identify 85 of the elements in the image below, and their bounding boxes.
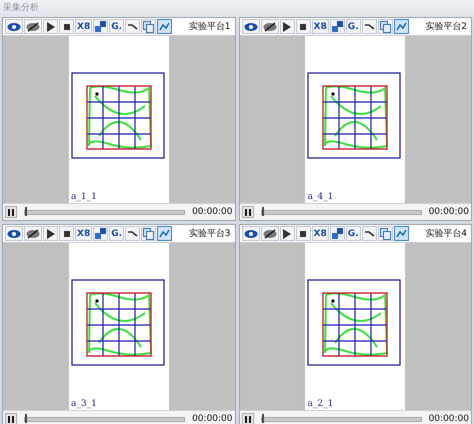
toolbar-button[interactable]: X8 bbox=[75, 226, 92, 241]
toolbar-button[interactable]: G. bbox=[109, 19, 124, 34]
eye-off-icon bbox=[26, 228, 40, 238]
copy-button[interactable] bbox=[141, 19, 156, 34]
blocks-icon bbox=[332, 21, 343, 32]
progress-slider[interactable] bbox=[260, 416, 422, 422]
toolbar-button[interactable]: G. bbox=[109, 226, 124, 241]
play-icon bbox=[46, 228, 54, 238]
stop-button[interactable] bbox=[296, 19, 310, 34]
pause-icon bbox=[8, 208, 14, 216]
timestamp: 00:00:00 bbox=[428, 207, 469, 217]
eye-off-button[interactable] bbox=[260, 226, 278, 241]
blocks-button[interactable] bbox=[330, 19, 345, 34]
copy-icon bbox=[380, 228, 391, 240]
eye-button[interactable] bbox=[5, 226, 23, 241]
eye-off-icon bbox=[262, 228, 276, 238]
timestamp: 00:00:00 bbox=[192, 414, 232, 424]
copy-button[interactable] bbox=[378, 19, 393, 34]
track-icon bbox=[159, 22, 170, 31]
eye-icon bbox=[244, 22, 258, 32]
eye-icon bbox=[7, 22, 21, 32]
stop-icon bbox=[300, 24, 306, 30]
eye-icon bbox=[244, 228, 258, 238]
blocks-button[interactable] bbox=[93, 19, 108, 34]
blocks-icon bbox=[95, 228, 106, 239]
play-button[interactable] bbox=[43, 19, 58, 34]
stop-icon bbox=[64, 230, 70, 236]
copy-button[interactable] bbox=[378, 226, 393, 241]
video-label: a_2_1 bbox=[308, 399, 334, 409]
track-icon bbox=[159, 229, 170, 238]
pause-button[interactable] bbox=[242, 413, 254, 424]
timestamp: 00:00:00 bbox=[428, 414, 469, 424]
play-button[interactable] bbox=[280, 19, 294, 34]
video-label: a_3_1 bbox=[71, 399, 97, 409]
toolbar-button[interactable]: X8 bbox=[312, 19, 329, 34]
pause-icon bbox=[244, 416, 250, 422]
play-icon bbox=[46, 22, 54, 32]
play-button[interactable] bbox=[43, 226, 58, 241]
blocks-icon bbox=[332, 228, 343, 239]
play-icon bbox=[283, 228, 291, 238]
track-icon bbox=[396, 229, 407, 238]
panel-title: 实验平台1 bbox=[188, 20, 232, 33]
blocks-button[interactable] bbox=[93, 226, 108, 241]
copy-icon bbox=[143, 228, 154, 240]
stop-icon bbox=[300, 230, 306, 236]
pause-button[interactable] bbox=[242, 206, 254, 218]
eye-off-button[interactable] bbox=[24, 19, 42, 34]
eye-button[interactable] bbox=[242, 19, 260, 34]
pause-button[interactable] bbox=[5, 206, 17, 218]
panel-title: 实验平台3 bbox=[188, 228, 232, 240]
video-label: a_1_1 bbox=[71, 192, 97, 202]
copy-icon bbox=[380, 20, 391, 32]
panel-title: 实验平台2 bbox=[425, 20, 468, 33]
window-title: 采集分析 bbox=[2, 2, 40, 15]
play-button[interactable] bbox=[280, 226, 294, 241]
stop-button[interactable] bbox=[296, 226, 310, 241]
timestamp: 00:00:00 bbox=[192, 207, 232, 217]
progress-slider[interactable] bbox=[260, 210, 422, 214]
progress-slider[interactable] bbox=[24, 210, 186, 214]
toolbar-button[interactable]: G. bbox=[346, 226, 361, 241]
eye-off-button[interactable] bbox=[24, 226, 42, 241]
track-icon bbox=[396, 22, 407, 31]
stop-icon bbox=[64, 24, 70, 30]
copy-button[interactable] bbox=[141, 226, 156, 241]
eye-button[interactable] bbox=[242, 226, 260, 241]
eye-off-icon bbox=[262, 22, 276, 32]
pause-button[interactable] bbox=[5, 413, 17, 424]
progress-slider[interactable] bbox=[24, 416, 186, 422]
toolbar-button[interactable]: X8 bbox=[75, 19, 92, 34]
stop-button[interactable] bbox=[59, 226, 74, 241]
blocks-button[interactable] bbox=[330, 226, 345, 241]
copy-icon bbox=[143, 20, 154, 32]
eye-off-icon bbox=[26, 22, 40, 32]
toolbar-button[interactable]: G. bbox=[346, 19, 361, 34]
panel-title: 实验平台4 bbox=[425, 228, 468, 240]
pause-icon bbox=[8, 416, 14, 422]
pause-icon bbox=[244, 208, 250, 216]
toolbar-button[interactable]: X8 bbox=[312, 226, 329, 241]
eye-button[interactable] bbox=[5, 19, 23, 34]
video-label: a_4_1 bbox=[308, 192, 334, 202]
eye-icon bbox=[7, 228, 21, 238]
stop-button[interactable] bbox=[59, 19, 74, 34]
blocks-icon bbox=[95, 21, 106, 32]
eye-off-button[interactable] bbox=[260, 19, 278, 34]
play-icon bbox=[283, 22, 291, 32]
